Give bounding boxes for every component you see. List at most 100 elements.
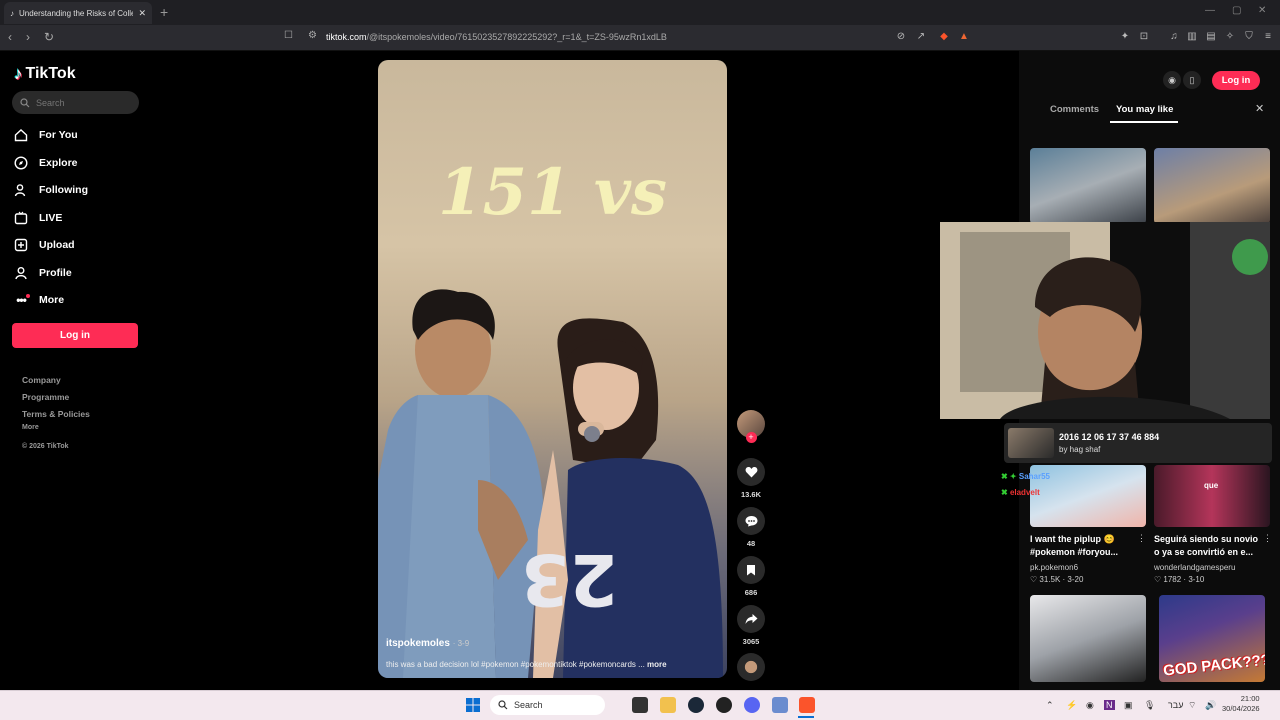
no-translate-icon[interactable]: ⊘ xyxy=(895,31,907,43)
file-explorer-icon[interactable] xyxy=(660,697,676,713)
webcam-overlay xyxy=(940,222,1270,419)
language-indicator[interactable]: עבר xyxy=(1168,700,1183,710)
tab-comments[interactable]: Comments xyxy=(1050,104,1099,115)
app-icon[interactable] xyxy=(772,697,788,713)
menu-icon[interactable]: ≡ xyxy=(1262,31,1274,43)
site-settings-icon[interactable]: ⚙ xyxy=(308,30,317,41)
taskbar-search[interactable]: Search xyxy=(490,695,605,715)
browser-tab[interactable]: ♪ Understanding the Risks of Colle ✕ xyxy=(4,2,152,24)
recommendation-thumbnail[interactable] xyxy=(1030,148,1146,224)
footer-link-programme[interactable]: Programme xyxy=(22,392,69,402)
sidebar-toggle-icon[interactable]: ▥ xyxy=(1186,31,1198,43)
task-view-icon[interactable] xyxy=(632,697,648,713)
search-icon xyxy=(498,700,508,710)
tray-app-icon[interactable]: ⚡ xyxy=(1066,700,1077,711)
screenshot-icon[interactable]: ⊡ xyxy=(1138,31,1150,43)
like-count: 1782 xyxy=(1163,575,1182,584)
forward-icon[interactable]: › xyxy=(26,30,30,44)
author-name[interactable]: itspokemoles xyxy=(386,638,450,649)
more-options-icon[interactable]: ⋮ xyxy=(1137,533,1146,544)
top-login-button[interactable]: Log in xyxy=(1212,71,1260,90)
tray-chevron-icon[interactable]: ⌃ xyxy=(1046,700,1054,711)
back-icon[interactable]: ‹ xyxy=(8,30,12,44)
vpn-icon[interactable]: ⛉ xyxy=(1243,31,1255,43)
close-window-icon[interactable]: ✕ xyxy=(1258,5,1266,16)
coin-icon[interactable]: ◉ xyxy=(1163,71,1181,89)
recommendation-title[interactable]: Seguirá siendo su novio o ya se convirti… xyxy=(1154,533,1264,559)
save-button[interactable]: 686 xyxy=(737,556,765,597)
close-tab-icon[interactable]: ✕ xyxy=(138,8,146,19)
chat-username: Sahar55 xyxy=(1018,472,1051,481)
minimize-icon[interactable]: — xyxy=(1205,5,1215,16)
sidebar-item-profile[interactable]: Profile xyxy=(14,266,72,280)
login-button[interactable]: Log in xyxy=(12,323,138,348)
sidebar-item-explore[interactable]: Explore xyxy=(14,156,78,170)
url-field[interactable]: tiktok.com/@itspokemoles/video/761502352… xyxy=(326,32,667,42)
recommendation-title[interactable]: I want the piplup 😊 #pokemon #foryou... xyxy=(1030,533,1138,559)
wifi-icon[interactable]: ⌔ xyxy=(1188,700,1196,711)
brave-rewards-icon[interactable]: ▲ xyxy=(958,31,970,43)
sidebar-item-live[interactable]: LIVE xyxy=(14,211,62,225)
comment-button[interactable]: 48 xyxy=(737,507,765,548)
steam-icon[interactable] xyxy=(688,697,704,713)
sidebar-item-for-you[interactable]: For You xyxy=(14,128,78,142)
new-tab-button[interactable]: + xyxy=(160,4,168,20)
heart-outline-icon: ♡ xyxy=(1154,575,1162,584)
recommendation-thumbnail[interactable] xyxy=(1030,595,1146,682)
sound-disc-icon[interactable] xyxy=(737,653,765,681)
video-author[interactable]: itspokemoles · 3-9 xyxy=(386,638,469,649)
search-icon xyxy=(20,97,30,107)
recommendation-user[interactable]: wonderlandgamesperu xyxy=(1154,563,1235,572)
sidebar-item-label: Profile xyxy=(39,267,72,279)
device-icon[interactable]: ▯ xyxy=(1183,71,1201,89)
brave-icon[interactable] xyxy=(799,697,815,713)
obs-icon[interactable] xyxy=(716,697,732,713)
microphone-icon[interactable]: 🎙 xyxy=(1144,700,1155,711)
chat-line: ✖ eladvelt xyxy=(1001,488,1040,497)
video-player[interactable]: 151 vs 23 itspokemoles · 3-9 this was a … xyxy=(378,60,727,678)
tab-you-may-like[interactable]: You may like xyxy=(1116,104,1173,115)
recommendation-thumbnail[interactable]: que xyxy=(1154,465,1270,527)
caption-more-link[interactable]: more xyxy=(647,660,667,669)
media-icon[interactable]: ♫ xyxy=(1168,31,1180,43)
like-button[interactable]: 13.6K xyxy=(737,458,765,499)
tiktok-note-icon: ♪ xyxy=(14,64,23,83)
extensions-icon[interactable]: ✦ xyxy=(1119,31,1131,43)
bookmark-icon[interactable]: ☐ xyxy=(284,30,293,41)
tiktok-logo[interactable]: ♪ TikTok xyxy=(14,64,76,84)
sidebar-item-following[interactable]: Following xyxy=(14,183,88,197)
share-button[interactable]: 3065 xyxy=(737,605,765,646)
now-playing-thumbnail xyxy=(1008,428,1054,458)
reload-icon[interactable]: ↻ xyxy=(44,30,54,44)
footer-link-terms[interactable]: Terms & Policies xyxy=(22,409,90,419)
sidebar-item-upload[interactable]: Upload xyxy=(14,238,75,252)
recommendation-thumbnail[interactable]: GOD PACK??? xyxy=(1159,595,1265,682)
brave-shields-icon[interactable]: ◆ xyxy=(938,31,950,43)
windows-start-icon[interactable] xyxy=(466,698,480,712)
now-playing-author: by hag shaf xyxy=(1059,445,1101,454)
discord-icon[interactable] xyxy=(744,697,760,713)
author-avatar-button[interactable]: + xyxy=(737,410,765,443)
footer-link-company[interactable]: Company xyxy=(22,375,61,385)
share-icon[interactable]: ↗ xyxy=(915,31,927,43)
footer-link-more[interactable]: More xyxy=(22,424,39,431)
tray-app-icon[interactable]: ◉ xyxy=(1086,700,1094,711)
tray-app-icon[interactable]: ▣ xyxy=(1124,700,1133,711)
leo-ai-icon[interactable]: ✧ xyxy=(1224,31,1236,43)
more-options-icon[interactable]: ⋮ xyxy=(1263,533,1272,544)
search-input[interactable] xyxy=(36,97,131,108)
system-clock[interactable]: 21:00 30/04/2026 xyxy=(1222,694,1260,714)
volume-icon[interactable]: 🔊 xyxy=(1205,700,1216,711)
url-domain: tiktok.com xyxy=(326,32,367,42)
url-path: /@itspokemoles/video/7615023527892225292… xyxy=(366,32,667,42)
recommendation-user[interactable]: pk.pokemon6 xyxy=(1030,563,1078,572)
follow-plus-icon[interactable]: + xyxy=(745,432,757,443)
recommendation-thumbnail[interactable] xyxy=(1154,148,1270,224)
streamer-webcam-image xyxy=(940,222,1270,419)
sidebar-item-more[interactable]: ••• More xyxy=(14,293,64,307)
maximize-icon[interactable]: ▢ xyxy=(1232,5,1241,16)
search-box[interactable] xyxy=(12,91,139,114)
wallet-icon[interactable]: ▤ xyxy=(1205,31,1217,43)
tray-app-icon[interactable]: N xyxy=(1104,700,1115,710)
close-icon[interactable]: ✕ xyxy=(1255,102,1264,115)
